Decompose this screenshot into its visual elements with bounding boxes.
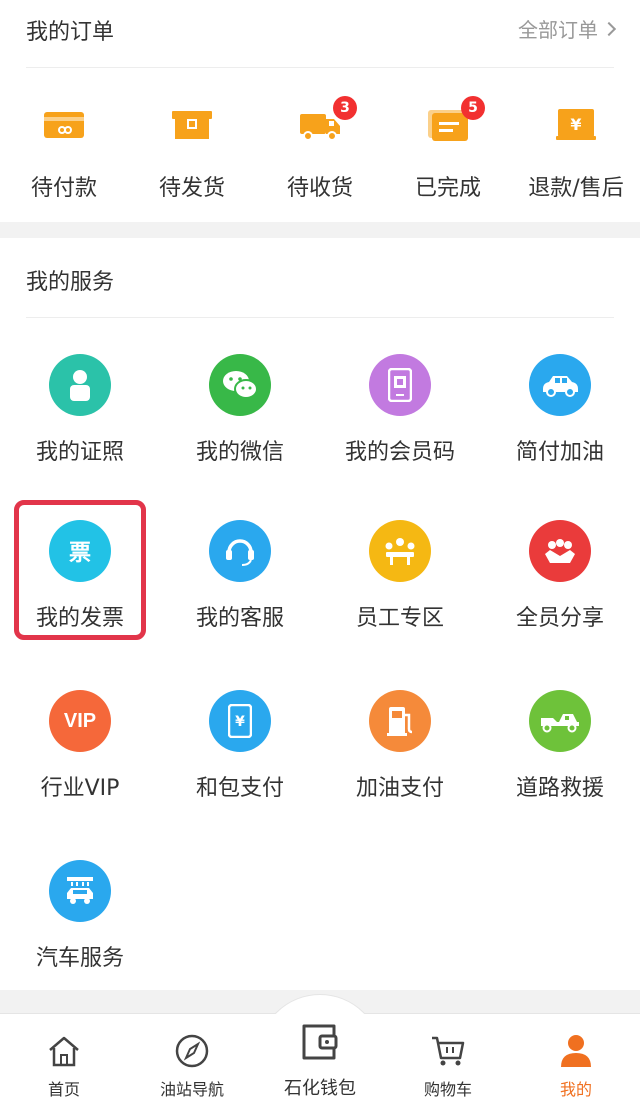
service-customer-support[interactable]: 我的客服 — [160, 520, 320, 680]
order-completed[interactable]: 5 已完成 — [384, 96, 512, 206]
completed-list-icon: 5 — [427, 96, 485, 142]
service-fuel-pay[interactable]: 加油支付 — [320, 690, 480, 850]
service-member-code[interactable]: 我的会员码 — [320, 354, 480, 514]
service-my-license[interactable]: 我的证照 — [0, 354, 160, 514]
invoice-highlight-frame — [14, 500, 146, 640]
order-label: 退款/售后 — [528, 176, 624, 201]
tab-label: 我的 — [559, 1080, 592, 1099]
service-share-all[interactable]: 全员分享 — [480, 520, 640, 680]
car-wash-icon — [49, 860, 111, 922]
order-label: 已完成 — [414, 176, 481, 201]
order-pending-payment[interactable]: 待付款 — [0, 96, 128, 206]
refund-yuan-icon: ¥ — [555, 106, 597, 142]
service-label: 我的证照 — [35, 440, 124, 465]
all-orders-link[interactable]: 全部订单 — [518, 14, 617, 43]
order-label: 待发货 — [158, 176, 225, 201]
orders-header: 我的订单 全部订单 — [26, 0, 617, 68]
service-industry-vip[interactable]: VIP 行业VIP — [0, 690, 160, 850]
headset-icon — [209, 520, 271, 582]
notification-badge: 3 — [333, 96, 357, 120]
phone-pay-icon: ¥ — [209, 690, 271, 752]
service-quick-pay-fuel[interactable]: 简付加油 — [480, 354, 640, 514]
order-pending-shipment[interactable]: 待发货 — [128, 96, 256, 206]
order-label: 待收货 — [286, 176, 353, 201]
service-label: 全员分享 — [515, 606, 604, 631]
staff-meeting-icon — [369, 520, 431, 582]
my-services-section: 我的服务 我的证照 我的微信 我的会员码 简付加油 票 我的发票 我的客服 员工… — [0, 238, 640, 990]
service-label: 简付加油 — [515, 440, 604, 465]
home-icon — [0, 1034, 128, 1072]
services-title: 我的服务 — [26, 270, 115, 295]
tab-label: 石化钱包 — [284, 1078, 356, 1099]
service-label: 和包支付 — [195, 776, 284, 801]
compass-icon — [128, 1034, 256, 1072]
service-my-wechat[interactable]: 我的微信 — [160, 354, 320, 514]
id-person-icon — [49, 354, 111, 416]
tab-station-navigation[interactable]: 油站导航 — [128, 1034, 256, 1100]
member-code-icon — [369, 354, 431, 416]
wallet-icon — [258, 1022, 382, 1066]
truck-icon: 3 — [299, 96, 357, 142]
notification-badge: 5 — [461, 96, 485, 120]
service-staff-zone[interactable]: 员工专区 — [320, 520, 480, 680]
service-road-rescue[interactable]: 道路救援 — [480, 690, 640, 850]
service-car-service[interactable]: 汽车服务 — [0, 860, 160, 1020]
service-label: 我的会员码 — [344, 440, 455, 465]
service-label: 我的客服 — [195, 606, 284, 631]
order-refund-aftersales[interactable]: ¥ 退款/售后 — [512, 96, 640, 206]
fuel-pump-icon — [369, 690, 431, 752]
service-label: 员工专区 — [355, 606, 444, 631]
tab-shopping-cart[interactable]: 购物车 — [384, 1034, 512, 1100]
profile-page: 我的订单 全部订单 待付款 待发货 3 待收货 5 已完成 ¥ 退款/售后 我的… — [0, 0, 640, 1107]
vip-glyph: VIP — [63, 709, 97, 732]
vip-icon: VIP — [49, 690, 111, 752]
chevron-right-icon — [601, 21, 617, 36]
wallet-card-icon — [43, 106, 85, 142]
tab-label: 油站导航 — [159, 1080, 224, 1099]
service-label: 行业VIP — [40, 776, 120, 801]
car-icon — [529, 354, 591, 416]
order-pending-receipt[interactable]: 3 待收货 — [256, 96, 384, 206]
tow-truck-icon — [529, 690, 591, 752]
share-people-icon — [529, 520, 591, 582]
all-orders-label: 全部订单 — [518, 18, 598, 42]
profile-icon — [512, 1034, 640, 1072]
my-orders-section: 我的订单 全部订单 待付款 待发货 3 待收货 5 已完成 ¥ 退款/售后 — [0, 0, 640, 222]
service-hebao-pay[interactable]: ¥ 和包支付 — [160, 690, 320, 850]
tab-home[interactable]: 首页 — [0, 1034, 128, 1100]
svg-text:¥: ¥ — [570, 115, 581, 134]
svg-text:¥: ¥ — [235, 714, 245, 730]
tab-label: 首页 — [47, 1080, 80, 1099]
box-icon — [171, 106, 213, 142]
services-header: 我的服务 — [26, 238, 614, 318]
order-label: 待付款 — [30, 176, 97, 201]
tab-label: 购物车 — [423, 1080, 472, 1099]
service-label: 加油支付 — [355, 776, 444, 801]
service-label: 道路救援 — [515, 776, 604, 801]
tab-my-profile[interactable]: 我的 — [512, 1034, 640, 1100]
tab-sinopec-wallet[interactable]: 石化钱包 — [258, 1022, 382, 1100]
wechat-icon — [209, 354, 271, 416]
service-label: 我的微信 — [195, 440, 284, 465]
service-label: 汽车服务 — [35, 946, 124, 971]
cart-icon — [384, 1034, 512, 1072]
orders-title: 我的订单 — [26, 20, 115, 45]
